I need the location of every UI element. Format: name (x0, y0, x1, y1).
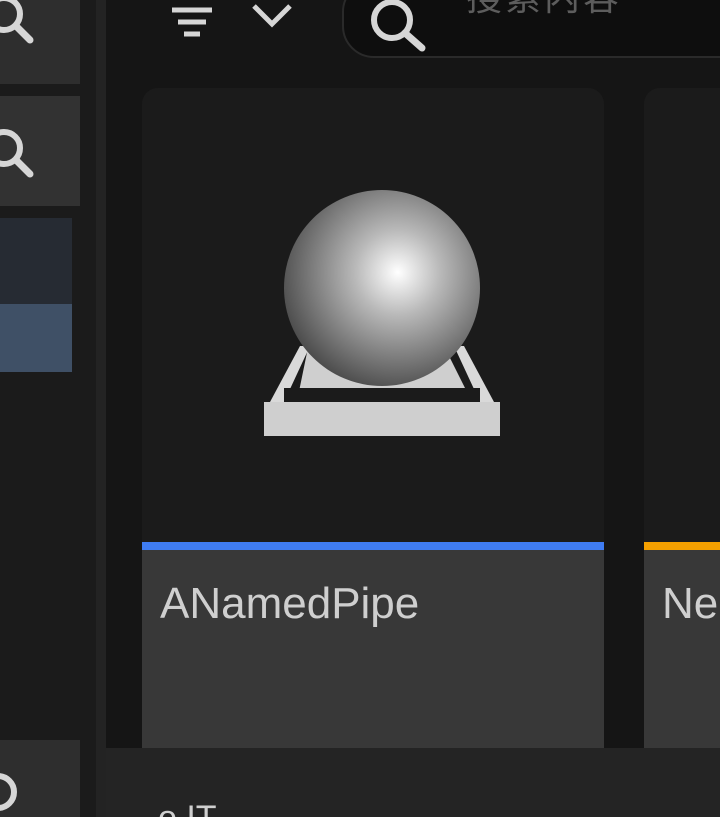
asset-name: Ne (662, 579, 719, 628)
bottom-search-button[interactable] (0, 740, 80, 817)
asset-tile[interactable]: ANamedPipe (142, 88, 604, 750)
asset-type-bar (644, 542, 720, 550)
status-bar: o IT (106, 748, 720, 817)
chevron-down-icon[interactable] (248, 0, 296, 34)
asset-tile[interactable]: Ne (644, 88, 720, 750)
search-field[interactable]: 搜索内容 (342, 0, 720, 58)
folder-tree-empty-area (0, 372, 72, 740)
filter-lines-icon[interactable] (168, 0, 218, 46)
asset-type-bar (142, 542, 604, 550)
sources-panel (0, 0, 96, 817)
asset-thumbnail (644, 88, 720, 542)
sphere-on-pedestal-icon (264, 190, 500, 436)
asset-view: 搜索内容 (106, 0, 720, 817)
search-input[interactable]: 搜索内容 (466, 0, 696, 18)
asset-name: ANamedPipe (160, 579, 420, 628)
search-icon (0, 129, 34, 178)
status-text: o IT (158, 798, 217, 817)
folder-tree-item-selected[interactable] (0, 304, 72, 372)
folder-tree-item[interactable] (0, 218, 72, 304)
search-icon (371, 0, 426, 52)
collections-search-button[interactable] (0, 96, 80, 206)
asset-thumbnail (142, 88, 604, 542)
search-icon (0, 0, 34, 44)
sources-search-button[interactable] (0, 0, 80, 84)
asset-grid: ANamedPipe Ne (106, 70, 720, 760)
asset-label-area: ANamedPipe (142, 550, 604, 750)
asset-toolbar: 搜索内容 (106, 0, 720, 70)
asset-label-area: Ne (644, 550, 720, 750)
content-browser: 搜索内容 (0, 0, 720, 817)
search-icon (0, 773, 17, 811)
panel-splitter[interactable] (96, 0, 106, 817)
